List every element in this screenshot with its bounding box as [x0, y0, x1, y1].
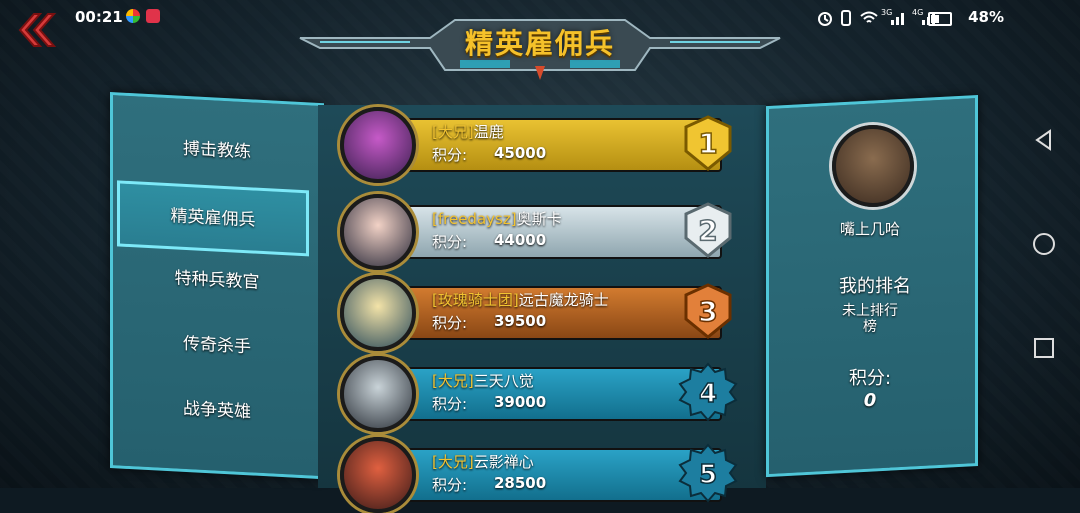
- rank-3-medal-icon: 3: [684, 283, 732, 339]
- category-menu: 搏击教练 精英雇佣兵 特种兵教官 传奇杀手 战争英雄: [110, 92, 324, 480]
- menu-item-elite-mercenary[interactable]: 精英雇佣兵: [117, 180, 309, 257]
- my-player-name: 嘴上几哈: [839, 220, 900, 238]
- my-rank-status-line2: 榜: [863, 319, 877, 335]
- menu-item-legendary-killer[interactable]: 传奇杀手: [113, 310, 321, 381]
- leaderboard-list[interactable]: [大兄]温鹿 积分: 45000 1 [freedaysz]奥斯卡 积分: 44…: [318, 105, 766, 513]
- battery-icon: [928, 12, 952, 26]
- wifi-icon: [860, 11, 878, 23]
- nav-back-icon[interactable]: [1032, 128, 1056, 152]
- leaderboard-row[interactable]: [freedaysz]奥斯卡 积分: 44000 2: [318, 192, 766, 270]
- rank-1-medal-icon: 1: [684, 115, 732, 171]
- rank-2-medal-icon: 2: [684, 202, 732, 258]
- rank-number: 2: [698, 214, 717, 247]
- player-avatar[interactable]: [340, 194, 416, 270]
- my-avatar[interactable]: [832, 125, 914, 207]
- my-points-value: 0: [863, 390, 877, 411]
- row-bar-blue: [378, 367, 722, 421]
- player-avatar[interactable]: [340, 275, 416, 351]
- player-name: [大兄]云影禅心: [432, 453, 534, 471]
- player-avatar[interactable]: [340, 107, 416, 183]
- points-label: 积分:: [432, 314, 468, 332]
- app-notification-icon-2: [146, 9, 160, 23]
- my-rank-title: 我的排名: [839, 276, 911, 297]
- menu-item-war-hero[interactable]: 战争英雄: [113, 375, 321, 446]
- nav-recents-icon[interactable]: [1032, 336, 1056, 360]
- player-avatar[interactable]: [340, 437, 416, 513]
- rank-number: 5: [699, 460, 717, 490]
- back-chevrons-icon[interactable]: [14, 10, 58, 50]
- signal-icon: [891, 13, 904, 25]
- alarm-icon: [818, 12, 832, 26]
- leaderboard-row[interactable]: [大兄]三天八觉 积分: 39000 4: [318, 354, 766, 432]
- rank-5-badge-icon: 5: [678, 443, 738, 503]
- my-points-label: 积分:: [848, 368, 892, 389]
- rank-4-badge-icon: 4: [678, 362, 738, 422]
- row-bar-gold: [378, 118, 722, 172]
- leaderboard-row[interactable]: [大兄]温鹿 积分: 45000 1: [318, 105, 766, 183]
- status-time: 00:21: [75, 8, 123, 26]
- leaderboard-row[interactable]: [大兄]云影禅心 积分: 28500 5: [318, 435, 766, 513]
- rank-number: 4: [699, 379, 717, 409]
- vibrate-icon: [841, 10, 851, 26]
- menu-item-boxing-coach[interactable]: 搏击教练: [113, 115, 321, 186]
- points-label: 积分:: [432, 395, 468, 413]
- app-notification-icon: [126, 9, 140, 23]
- points-label: 积分:: [432, 233, 468, 251]
- player-name: [大兄]温鹿: [432, 123, 504, 141]
- nav-home-icon[interactable]: [1032, 232, 1056, 256]
- title-banner: 精英雇佣兵: [290, 8, 790, 88]
- points-value: 44000: [494, 231, 547, 249]
- rank-number: 1: [698, 127, 717, 160]
- points-value: 39000: [494, 393, 547, 411]
- row-bar-blue: [378, 448, 722, 502]
- page-title: 精英雇佣兵: [464, 27, 615, 60]
- points-label: 积分:: [432, 476, 468, 494]
- points-value: 39500: [494, 312, 547, 330]
- player-name: [大兄]三天八觉: [432, 372, 534, 390]
- points-value: 28500: [494, 474, 547, 492]
- system-nav-bar: [1010, 0, 1080, 488]
- rank-number: 3: [698, 295, 717, 328]
- player-name: [玫瑰骑士团]远古魔龙骑士: [432, 291, 609, 309]
- menu-item-special-forces-instructor[interactable]: 特种兵教官: [113, 245, 321, 316]
- points-label: 积分:: [432, 146, 468, 164]
- player-avatar[interactable]: [340, 356, 416, 432]
- leaderboard-row[interactable]: [玫瑰骑士团]远古魔龙骑士 积分: 39500 3: [318, 273, 766, 351]
- player-name: [freedaysz]奥斯卡: [432, 210, 562, 228]
- battery-percent: 48%: [968, 8, 1004, 26]
- points-value: 45000: [494, 144, 547, 162]
